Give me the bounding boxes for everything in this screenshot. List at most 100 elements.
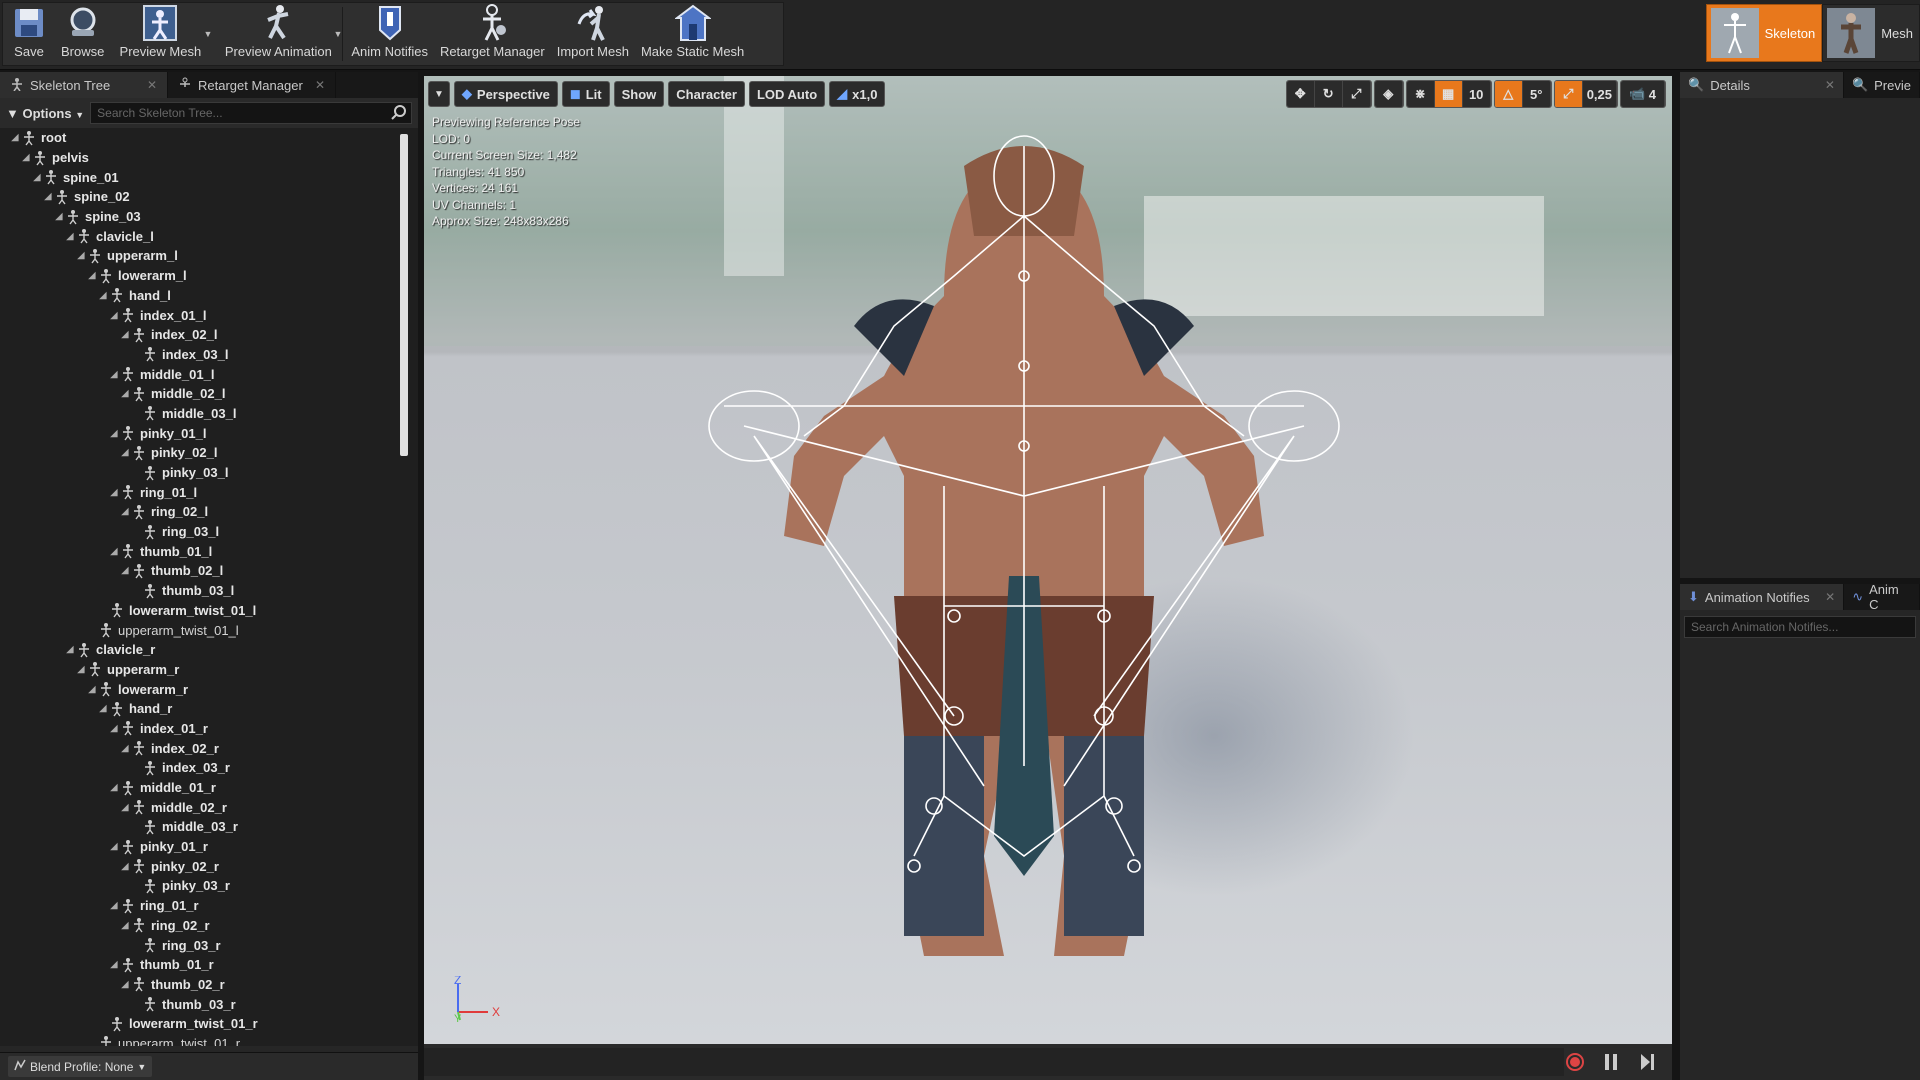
bone-row[interactable]: index_03_r bbox=[0, 758, 418, 778]
bone-row[interactable]: ◢ pinky_02_l bbox=[0, 443, 418, 463]
scale-snap-icon[interactable]: ⤢ bbox=[1554, 81, 1583, 107]
bone-row[interactable]: upperarm_twist_01_l bbox=[0, 620, 418, 640]
close-icon[interactable]: ✕ bbox=[315, 78, 325, 92]
bone-row[interactable]: ◢ middle_01_r bbox=[0, 778, 418, 798]
bone-row[interactable]: ◢ hand_r bbox=[0, 699, 418, 719]
expand-arrow-icon[interactable]: ◢ bbox=[120, 388, 130, 399]
expand-arrow-icon[interactable]: ◢ bbox=[120, 506, 130, 517]
expand-arrow-icon[interactable]: ◢ bbox=[109, 428, 119, 439]
scale-snap-value[interactable]: 0,25 bbox=[1582, 81, 1617, 107]
step-forward-button[interactable] bbox=[1636, 1051, 1658, 1073]
expand-arrow-icon[interactable]: ◢ bbox=[120, 920, 130, 931]
bone-row[interactable]: middle_03_r bbox=[0, 817, 418, 837]
expand-arrow-icon[interactable]: ◢ bbox=[120, 329, 130, 340]
tab-details[interactable]: 🔍 Details ✕ bbox=[1680, 72, 1844, 98]
bone-row[interactable]: ◢ pinky_01_r bbox=[0, 837, 418, 857]
playback-speed-button[interactable]: ◢ x1,0 bbox=[829, 81, 886, 107]
bone-row[interactable]: ◢ thumb_01_r bbox=[0, 955, 418, 975]
close-icon[interactable]: ✕ bbox=[1825, 590, 1835, 604]
bone-row[interactable]: pinky_03_l bbox=[0, 463, 418, 483]
bone-row[interactable]: ◢ spine_03 bbox=[0, 207, 418, 227]
bone-row[interactable]: ◢ middle_02_l bbox=[0, 384, 418, 404]
bone-row[interactable]: ◢ ring_02_l bbox=[0, 502, 418, 522]
surface-snap-icon[interactable]: ⋇ bbox=[1406, 81, 1435, 107]
perspective-button[interactable]: ◆ Perspective bbox=[453, 81, 558, 107]
preview-mesh-button[interactable]: Preview Mesh ▼ bbox=[110, 3, 212, 65]
bone-row[interactable]: thumb_03_r bbox=[0, 994, 418, 1014]
bone-row[interactable]: ◢ clavicle_l bbox=[0, 226, 418, 246]
bone-row[interactable]: ring_03_l bbox=[0, 522, 418, 542]
expand-arrow-icon[interactable]: ◢ bbox=[76, 664, 86, 675]
character-button[interactable]: Character bbox=[668, 81, 745, 107]
viewport-options-button[interactable]: ▼ bbox=[428, 81, 450, 107]
bone-row[interactable]: ◢ lowerarm_r bbox=[0, 679, 418, 699]
browse-button[interactable]: Browse bbox=[55, 3, 110, 65]
expand-arrow-icon[interactable]: ◢ bbox=[10, 132, 20, 143]
expand-arrow-icon[interactable]: ◢ bbox=[109, 487, 119, 498]
bone-row[interactable]: middle_03_l bbox=[0, 404, 418, 424]
record-button[interactable] bbox=[1564, 1051, 1586, 1073]
expand-arrow-icon[interactable]: ◢ bbox=[65, 231, 75, 242]
expand-arrow-icon[interactable]: ◢ bbox=[87, 270, 97, 281]
tree-scrollbar[interactable] bbox=[400, 134, 408, 456]
bone-row[interactable]: ◢ thumb_01_l bbox=[0, 541, 418, 561]
expand-arrow-icon[interactable]: ◢ bbox=[109, 782, 119, 793]
bone-row[interactable]: ◢ clavicle_r bbox=[0, 640, 418, 660]
lod-button[interactable]: LOD Auto bbox=[748, 81, 826, 107]
tab-skeleton-tree[interactable]: Skeleton Tree ✕ bbox=[0, 72, 168, 98]
preview-animation-button[interactable]: Preview Animation ▼ bbox=[216, 3, 342, 65]
expand-arrow-icon[interactable]: ◢ bbox=[109, 841, 119, 852]
save-button[interactable]: Save bbox=[3, 3, 55, 65]
mesh-mode-button[interactable]: Mesh bbox=[1822, 4, 1920, 62]
bone-row[interactable]: pinky_03_r bbox=[0, 876, 418, 896]
skeleton-search-input[interactable]: Search Skeleton Tree... bbox=[90, 102, 412, 124]
bone-row[interactable]: ◢ spine_01 bbox=[0, 167, 418, 187]
tab-retarget-manager[interactable]: Retarget Manager ✕ bbox=[168, 72, 336, 98]
expand-arrow-icon[interactable]: ◢ bbox=[120, 861, 130, 872]
bone-row[interactable]: lowerarm_twist_01_l bbox=[0, 601, 418, 621]
grid-snap-icon[interactable]: ▦ bbox=[1434, 81, 1463, 107]
bone-row[interactable]: ◢ index_01_l bbox=[0, 305, 418, 325]
bone-row[interactable]: ◢ root bbox=[0, 128, 418, 148]
grid-snap-value[interactable]: 10 bbox=[1462, 81, 1491, 107]
expand-arrow-icon[interactable]: ◢ bbox=[109, 900, 119, 911]
expand-arrow-icon[interactable]: ◢ bbox=[43, 191, 53, 202]
show-button[interactable]: Show bbox=[613, 81, 665, 107]
blend-profile-dropdown[interactable]: Blend Profile: None ▼ bbox=[8, 1056, 153, 1077]
expand-arrow-icon[interactable]: ◢ bbox=[54, 211, 64, 222]
expand-arrow-icon[interactable]: ◢ bbox=[109, 369, 119, 380]
bone-row[interactable]: ◢ spine_02 bbox=[0, 187, 418, 207]
expand-arrow-icon[interactable]: ◢ bbox=[120, 743, 130, 754]
close-icon[interactable]: ✕ bbox=[147, 78, 157, 92]
bone-row[interactable]: thumb_03_l bbox=[0, 581, 418, 601]
bone-row[interactable]: ◢ index_02_r bbox=[0, 738, 418, 758]
pause-button[interactable] bbox=[1600, 1051, 1622, 1073]
tab-anim-curves[interactable]: ∿ Anim C bbox=[1844, 582, 1920, 612]
import-mesh-button[interactable]: Import Mesh bbox=[551, 3, 635, 65]
bone-row[interactable]: ◢ thumb_02_l bbox=[0, 561, 418, 581]
tab-preview-settings[interactable]: 🔍 Previe bbox=[1844, 72, 1920, 98]
chevron-down-icon[interactable]: ▼ bbox=[203, 29, 212, 39]
rotate-icon[interactable]: ↻ bbox=[1314, 81, 1343, 107]
translate-icon[interactable]: ✥ bbox=[1286, 81, 1315, 107]
expand-arrow-icon[interactable]: ◢ bbox=[109, 310, 119, 321]
bone-row[interactable]: ◢ upperarm_l bbox=[0, 246, 418, 266]
anim-notifies-button[interactable]: Anim Notifies bbox=[345, 3, 434, 65]
close-icon[interactable]: ✕ bbox=[1825, 78, 1835, 92]
bone-row[interactable]: ◢ pinky_02_r bbox=[0, 856, 418, 876]
bone-row[interactable]: ◢ upperarm_r bbox=[0, 660, 418, 680]
expand-arrow-icon[interactable]: ◢ bbox=[120, 979, 130, 990]
expand-arrow-icon[interactable]: ◢ bbox=[109, 546, 119, 557]
options-dropdown[interactable]: ▼ Options ▼ bbox=[6, 106, 84, 121]
expand-arrow-icon[interactable]: ◢ bbox=[87, 684, 97, 695]
expand-arrow-icon[interactable]: ◢ bbox=[120, 802, 130, 813]
expand-arrow-icon[interactable]: ◢ bbox=[98, 703, 108, 714]
bone-row[interactable]: ◢ middle_01_l bbox=[0, 364, 418, 384]
expand-arrow-icon[interactable]: ◢ bbox=[109, 959, 119, 970]
bone-row[interactable]: ring_03_r bbox=[0, 935, 418, 955]
camera-speed-button[interactable]: 📹 4 bbox=[1621, 81, 1665, 107]
tab-animation-notifies[interactable]: ⬇ Animation Notifies ✕ bbox=[1680, 584, 1845, 610]
bone-row[interactable]: lowerarm_twist_01_r bbox=[0, 1014, 418, 1034]
make-static-mesh-button[interactable]: Make Static Mesh bbox=[635, 3, 750, 65]
expand-arrow-icon[interactable]: ◢ bbox=[109, 723, 119, 734]
